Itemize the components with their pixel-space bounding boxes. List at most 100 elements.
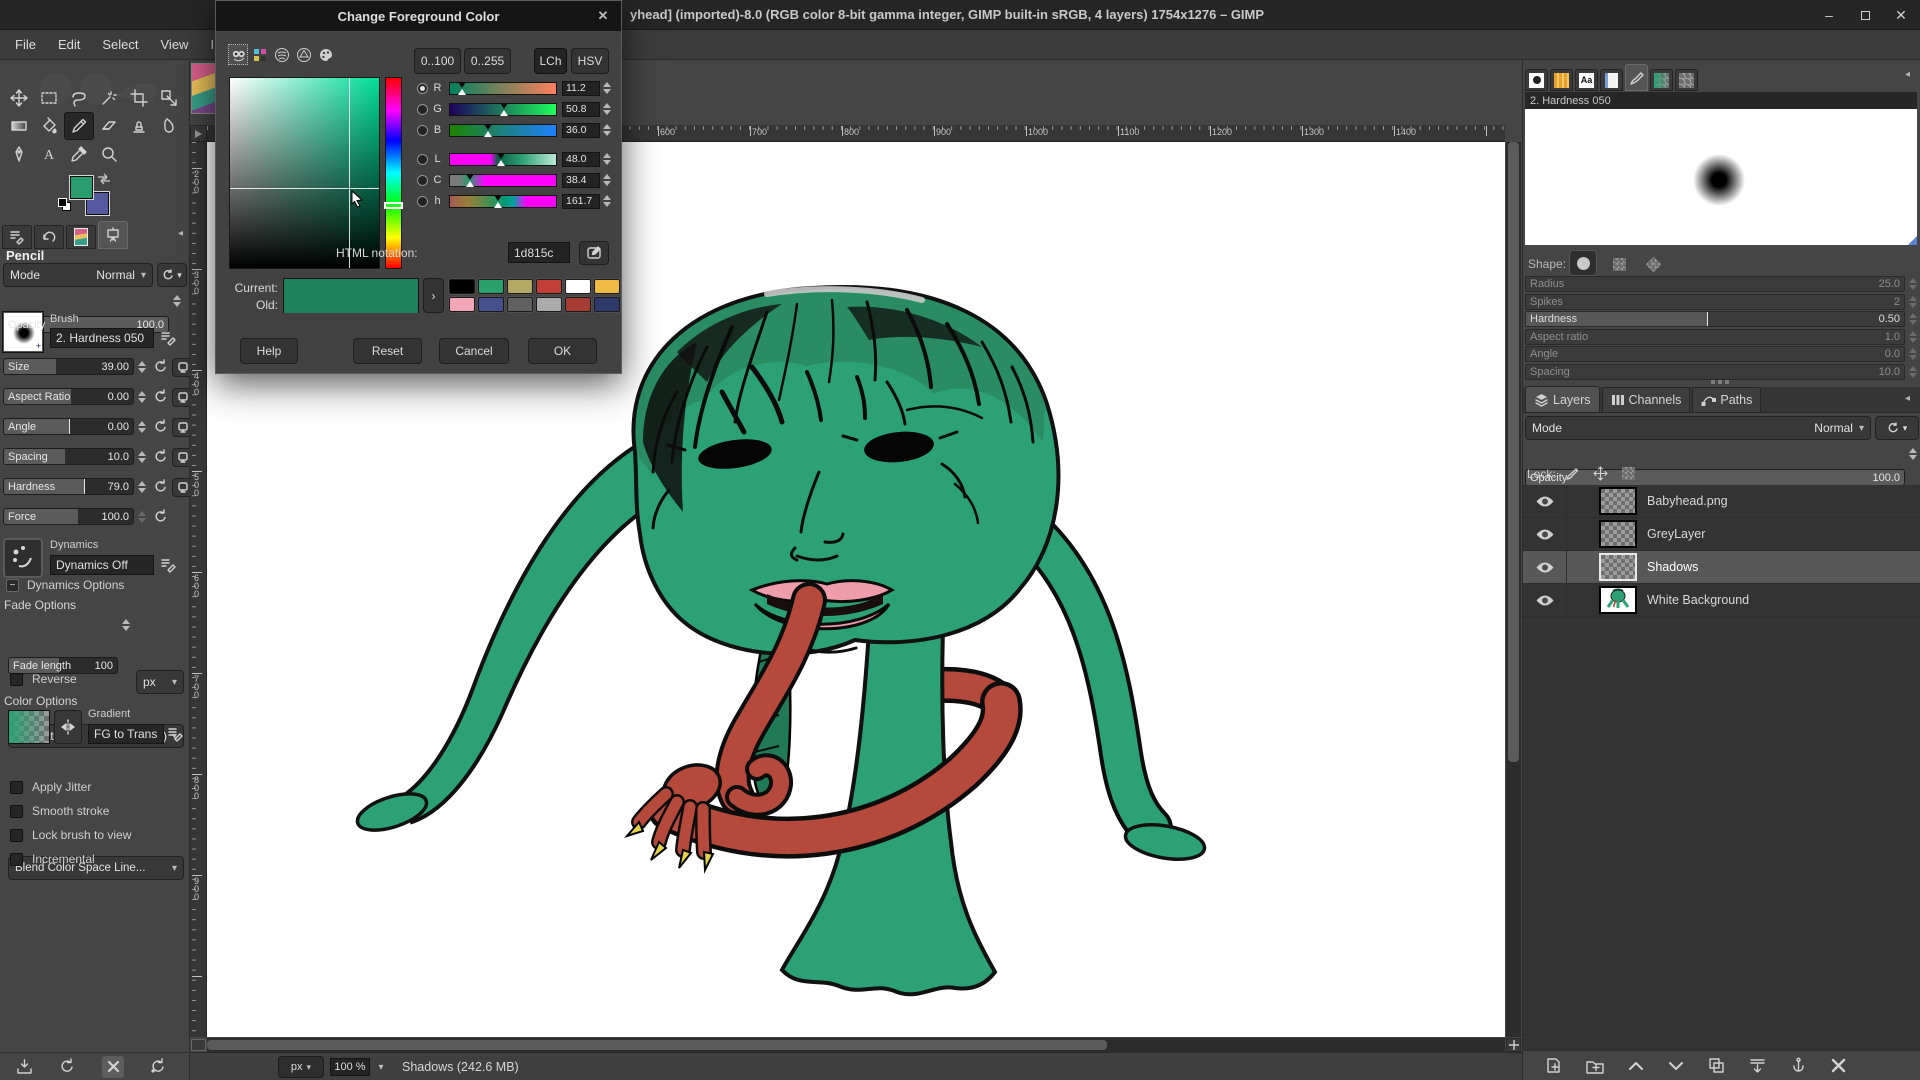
shape-circle-button[interactable]	[1569, 250, 1597, 276]
fade-length-spinner[interactable]	[119, 616, 132, 633]
tool-color-picker[interactable]	[64, 140, 94, 168]
visibility-eye-icon[interactable]	[1535, 561, 1555, 574]
zoom-value[interactable]: 100 %	[330, 1058, 370, 1076]
brush-editor-slider[interactable]: Angle 0.0	[1525, 346, 1905, 362]
tab-patterns[interactable]	[1550, 69, 1573, 91]
layer-thumbnail[interactable]	[1599, 586, 1637, 614]
opacity-spinner[interactable]	[170, 292, 183, 309]
lock-alpha-icon[interactable]	[1618, 467, 1640, 480]
channel-spinner-C[interactable]	[600, 174, 613, 186]
hsv-button[interactable]: HSV	[571, 48, 609, 74]
tool-crop[interactable]	[124, 84, 154, 112]
history-swatch[interactable]	[507, 279, 533, 294]
spinner[interactable]	[1906, 276, 1919, 292]
option-spinner[interactable]	[135, 448, 148, 465]
channel-radio-C[interactable]	[417, 175, 428, 186]
history-swatch[interactable]	[449, 297, 475, 312]
history-swatch[interactable]	[478, 279, 504, 294]
vertical-ruler[interactable]: 2​0​03​0​04​0​05​0​06​0​07​0​08​0​09​0​0	[190, 142, 207, 1037]
checkbox-row-lock-brush-to-view[interactable]: Lock brush to view	[10, 828, 131, 842]
tool-ink[interactable]	[4, 140, 34, 168]
history-swatch[interactable]	[536, 279, 562, 294]
tab-fonts[interactable]: Aa	[1575, 69, 1598, 91]
checkbox-row-incremental[interactable]: Incremental	[10, 852, 95, 866]
new-group-icon[interactable]	[1586, 1058, 1604, 1074]
tool-pencil[interactable]	[64, 112, 94, 140]
unit-dropdown[interactable]: px▾	[278, 1056, 324, 1078]
lower-layer-icon[interactable]	[1668, 1060, 1684, 1072]
tool-smudge[interactable]	[154, 112, 184, 140]
tab-paths[interactable]: Paths	[1692, 387, 1761, 412]
tab-paintbrush[interactable]	[1625, 64, 1648, 91]
history-swatch[interactable]	[507, 297, 533, 312]
channel-spinner-B[interactable]	[600, 124, 613, 136]
lock-position-icon[interactable]	[1590, 466, 1612, 481]
checkbox-row-apply-jitter[interactable]: Apply Jitter	[10, 780, 91, 794]
tool-gradient[interactable]	[4, 112, 34, 140]
reset-icon[interactable]	[153, 359, 169, 375]
layer-opacity-spinner[interactable]	[1906, 445, 1919, 462]
layer-row-babyhead-png[interactable]: Babyhead.png	[1523, 485, 1920, 518]
tab-brushes[interactable]	[1525, 69, 1548, 91]
channel-slider-R[interactable]	[449, 82, 557, 95]
ok-button[interactable]: OK	[528, 338, 597, 364]
visibility-eye-icon[interactable]	[1535, 594, 1555, 607]
tab-gimp-selector[interactable]	[228, 44, 248, 65]
panel-collapse-icon[interactable]: ◂	[1905, 69, 1910, 80]
maximize-button[interactable]	[1852, 3, 1878, 27]
dynamics-options-expander[interactable]: − Dynamics Options	[6, 578, 124, 592]
fade-unit-dropdown[interactable]: px▾	[136, 670, 184, 694]
channel-slider-B[interactable]	[449, 124, 557, 137]
dock-splitter-handle[interactable]	[1711, 380, 1729, 384]
tool-zoom[interactable]	[94, 140, 124, 168]
reverse-checkbox-row[interactable]: Reverse	[10, 672, 77, 686]
history-swatch[interactable]	[565, 279, 591, 294]
tool-eraser[interactable]	[94, 112, 124, 140]
tool-move[interactable]	[4, 84, 34, 112]
tab-my-patterns[interactable]	[1675, 69, 1698, 91]
layer-row-greylayer[interactable]: GreyLayer	[1523, 518, 1920, 551]
tool-bucket-fill[interactable]	[34, 112, 64, 140]
new-layer-icon[interactable]	[1545, 1057, 1562, 1074]
reset-icon[interactable]	[153, 389, 169, 405]
channel-radio-h[interactable]	[417, 196, 428, 207]
cancel-button[interactable]: Cancel	[439, 338, 509, 364]
swap-colors-icon[interactable]	[96, 172, 112, 186]
channel-spinner-L[interactable]	[600, 153, 613, 165]
gradient-thumbnail[interactable]	[8, 710, 50, 744]
channel-spinner-h[interactable]	[600, 195, 613, 207]
anchor-icon[interactable]	[1790, 1057, 1807, 1074]
tool-fuzzy-select[interactable]	[94, 84, 124, 112]
channel-slider-L[interactable]	[449, 153, 557, 166]
history-expand-button[interactable]: ›	[423, 278, 444, 313]
option-slider[interactable]: Size 39.00	[3, 358, 134, 375]
help-button[interactable]: Help	[240, 338, 298, 364]
tool-clone[interactable]	[124, 112, 154, 140]
channel-radio-R[interactable]	[417, 83, 428, 94]
channel-value-G[interactable]: 50.8	[562, 102, 600, 117]
merge-down-icon[interactable]	[1749, 1057, 1766, 1074]
paint-mode-dropdown[interactable]: Mode Normal ▾	[3, 263, 153, 287]
navigation-button[interactable]	[1506, 1038, 1521, 1052]
spinner[interactable]	[1906, 294, 1919, 310]
color-picker-button[interactable]	[579, 241, 609, 265]
channel-value-h[interactable]: 161.7	[562, 194, 600, 209]
foreground-color-swatch[interactable]	[70, 176, 93, 199]
image-tab-thumbnail[interactable]	[191, 63, 218, 114]
option-spinner[interactable]	[135, 418, 148, 435]
gradient-name-box[interactable]: FG to Trans	[88, 724, 164, 744]
menu-edit[interactable]: Edit	[47, 32, 91, 57]
save-tool-preset-icon[interactable]	[16, 1058, 33, 1075]
spinner[interactable]	[1906, 364, 1919, 380]
tab-watercolor-selector[interactable]	[272, 44, 292, 65]
option-spinner[interactable]	[135, 388, 148, 405]
visibility-eye-icon[interactable]	[1535, 495, 1555, 508]
spinner[interactable]	[1906, 329, 1919, 345]
panel-collapse-icon[interactable]: ◂	[178, 228, 183, 239]
flip-gradient-button[interactable]	[54, 710, 82, 744]
shape-square-button[interactable]	[1605, 251, 1633, 277]
menu-file[interactable]: File	[4, 32, 47, 57]
mode-reset-button[interactable]: ▾	[157, 263, 187, 287]
fade-length-slider[interactable]: Fade length 100	[8, 657, 118, 674]
channel-spinner-R[interactable]	[600, 82, 613, 94]
